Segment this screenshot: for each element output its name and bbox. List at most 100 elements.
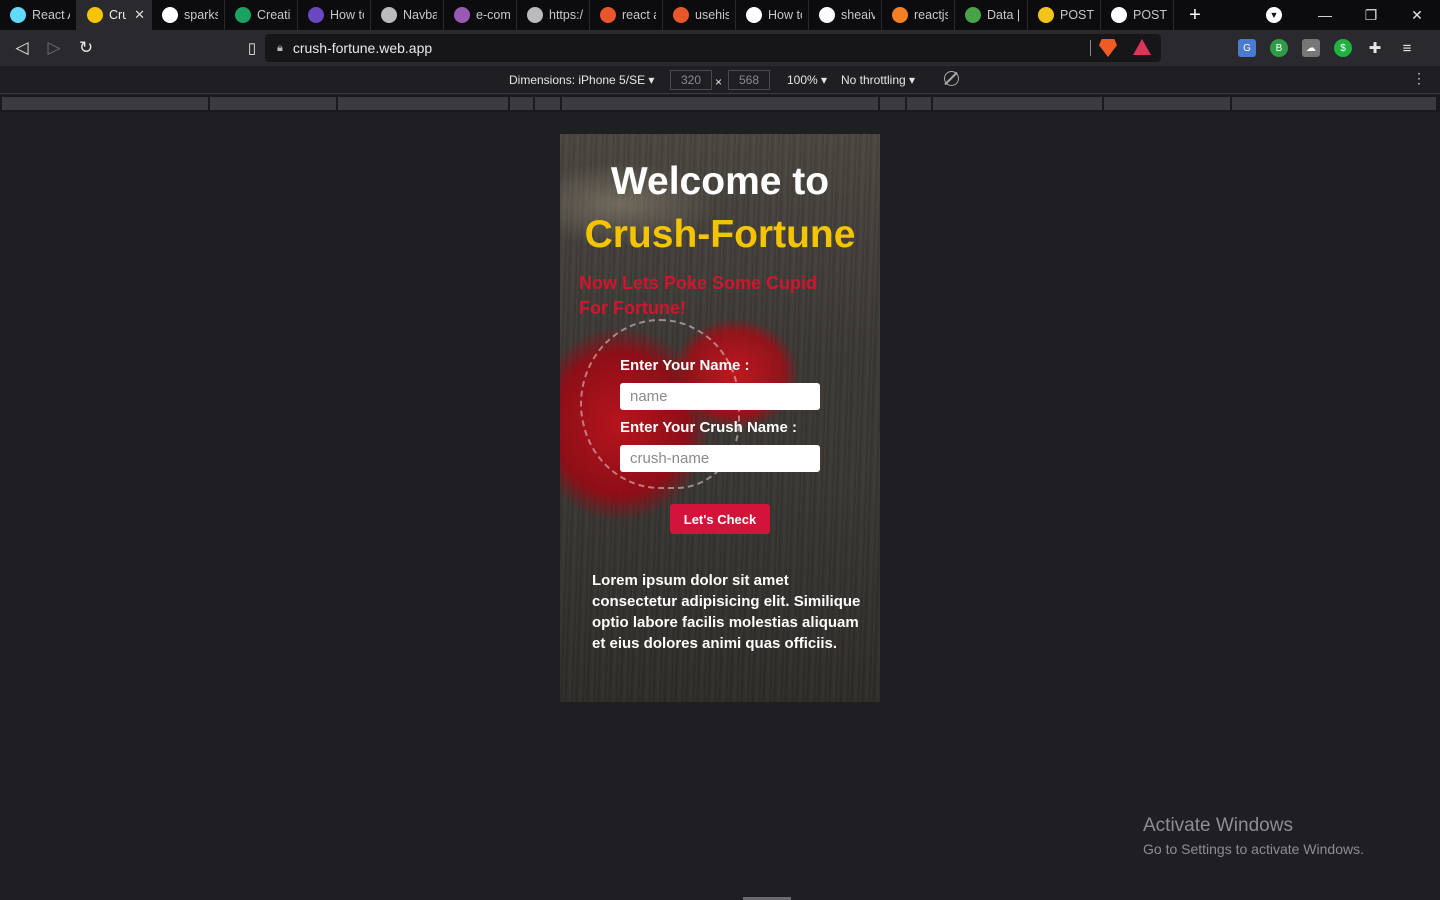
tab-title: usehist <box>695 8 729 22</box>
new-tab-button[interactable]: + <box>1180 4 1210 27</box>
media-query-segment[interactable] <box>210 97 338 110</box>
tab-favicon-icon <box>965 7 981 23</box>
media-query-segment[interactable] <box>338 97 510 110</box>
browser-tab[interactable]: sparks- <box>152 0 225 30</box>
media-query-segment[interactable] <box>562 97 880 110</box>
tab-favicon-icon <box>1038 7 1054 23</box>
reload-button[interactable]: ↻ <box>70 38 102 58</box>
browser-tab[interactable]: reactjs <box>882 0 955 30</box>
extension-cloud-icon[interactable]: ☁ <box>1302 39 1320 57</box>
media-query-segment[interactable] <box>535 97 562 110</box>
address-bar[interactable]: 🔒︎ crush-fortune.web.app <box>265 34 1161 62</box>
browser-toolbar: ◁ ▷ ↻ ▯ 🔒︎ crush-fortune.web.app G B ☁ $… <box>0 30 1440 66</box>
browser-tab[interactable]: React A <box>0 0 77 30</box>
extensions-area: G B ☁ $ ✚ ≡ <box>1224 30 1430 66</box>
tab-title: POST F <box>1133 8 1167 22</box>
browser-tab[interactable]: Navbar <box>371 0 444 30</box>
height-field[interactable]: 568 <box>728 70 770 90</box>
media-query-segment[interactable] <box>510 97 535 110</box>
tab-favicon-icon <box>10 7 26 23</box>
throttling-select[interactable]: No throttling ▾ <box>841 73 915 87</box>
translate-extension-icon[interactable]: G <box>1238 39 1256 57</box>
tab-favicon-icon <box>600 7 616 23</box>
welcome-heading: Welcome to <box>610 160 830 203</box>
tab-favicon-icon <box>673 7 689 23</box>
media-query-segment[interactable] <box>2 97 210 110</box>
brand-heading: Crush-Fortune <box>584 213 856 256</box>
browser-tab[interactable]: usehist <box>663 0 736 30</box>
url-separator <box>1090 40 1091 56</box>
media-query-segment[interactable] <box>933 97 1104 110</box>
tab-strip: React A Cru ✕ sparks- Creatin How to Navbar e-c… <box>0 0 1440 30</box>
description-text: Lorem ipsum dolor sit amet consectetur a… <box>592 572 861 652</box>
tab-favicon-icon <box>746 7 762 23</box>
name-input[interactable] <box>620 383 820 410</box>
lock-icon: 🔒︎ <box>277 41 283 54</box>
media-query-segment[interactable] <box>907 97 933 110</box>
more-options-icon[interactable]: ⋮ <box>1412 70 1426 87</box>
extension-b-icon[interactable]: B <box>1270 39 1288 57</box>
url-text[interactable]: crush-fortune.web.app <box>293 40 432 56</box>
lets-check-button[interactable]: Let's Check <box>670 504 770 534</box>
puzzle-icon[interactable]: ✚ <box>1366 39 1384 57</box>
extension-dollar-icon[interactable]: $ <box>1334 39 1352 57</box>
restore-button[interactable]: ❐ <box>1348 7 1394 24</box>
tab-title: How to <box>768 8 802 22</box>
width-field[interactable]: 320 <box>670 70 712 90</box>
crush-name-input[interactable] <box>620 445 820 472</box>
menu-icon[interactable]: ≡ <box>1398 39 1416 57</box>
browser-tab[interactable]: e-com <box>444 0 517 30</box>
brave-shields-icon[interactable] <box>1099 39 1117 57</box>
tab-title: Creatin <box>257 8 291 22</box>
crush-name-label: Enter Your Crush Name : <box>620 419 797 436</box>
bookmark-icon[interactable]: ▯ <box>242 39 262 57</box>
media-query-segment[interactable] <box>1104 97 1232 110</box>
name-label: Enter Your Name : <box>620 357 750 374</box>
window-controls: ▼ — ❐ ✕ <box>1266 0 1440 30</box>
tab-close-icon[interactable]: ✕ <box>134 7 145 23</box>
media-query-segment[interactable] <box>880 97 907 110</box>
media-query-bar <box>0 95 1440 112</box>
tab-list: React A Cru ✕ sparks- Creatin How to Navbar e-c… <box>0 0 1174 30</box>
browser-tab[interactable]: sheaive <box>809 0 882 30</box>
device-select[interactable]: Dimensions: iPhone 5/SE ▾ <box>509 73 654 87</box>
browser-tab[interactable]: POST F <box>1101 0 1174 30</box>
tab-title: Navbar <box>403 8 437 22</box>
tab-title: e-com <box>476 8 510 22</box>
browser-tab[interactable]: Cru ✕ <box>77 0 152 30</box>
tab-title: POST F <box>1060 8 1094 22</box>
tab-title: sparks- <box>184 8 218 22</box>
minimize-button[interactable]: — <box>1302 7 1348 23</box>
browser-tab[interactable]: Creatin <box>225 0 298 30</box>
browser-tab[interactable]: POST F <box>1028 0 1101 30</box>
tagline: Now Lets Poke Some Cupid For Fortune! <box>579 273 818 318</box>
browser-tab[interactable]: How to <box>736 0 809 30</box>
browser-tab[interactable]: How to <box>298 0 371 30</box>
browser-tab[interactable]: https:// <box>517 0 590 30</box>
activate-windows-subtitle: Go to Settings to activate Windows. <box>1143 841 1364 857</box>
tab-favicon-icon <box>381 7 397 23</box>
tab-title: sheaive <box>841 8 875 22</box>
rotate-icon[interactable] <box>944 71 959 86</box>
back-button[interactable]: ◁ <box>6 38 38 58</box>
tab-search-icon[interactable]: ▼ <box>1266 7 1282 23</box>
tab-favicon-icon <box>235 7 251 23</box>
activate-windows-watermark: Activate Windows Go to Settings to activ… <box>1143 815 1364 857</box>
brave-rewards-icon[interactable] <box>1133 39 1151 55</box>
browser-tab[interactable]: react a <box>590 0 663 30</box>
page-content: Welcome to Crush-Fortune Now Lets Poke S… <box>560 134 880 702</box>
tab-favicon-icon <box>308 7 324 23</box>
media-query-segment[interactable] <box>1232 97 1438 110</box>
tab-title: Data | <box>987 8 1021 22</box>
tab-title: https:// <box>549 8 583 22</box>
tab-favicon-icon <box>454 7 470 23</box>
forward-button[interactable]: ▷ <box>38 38 70 58</box>
tab-favicon-icon <box>527 7 543 23</box>
browser-tab[interactable]: Data | <box>955 0 1028 30</box>
close-window-button[interactable]: ✕ <box>1394 7 1440 24</box>
emulated-viewport: Welcome to Crush-Fortune Now Lets Poke S… <box>0 112 1440 900</box>
zoom-select[interactable]: 100% ▾ <box>787 73 827 87</box>
throttling-label: No throttling <box>841 73 906 87</box>
device-toolbar: Dimensions: iPhone 5/SE ▾ 320 × 568 100%… <box>0 66 1440 94</box>
tab-title: React A <box>32 8 70 22</box>
